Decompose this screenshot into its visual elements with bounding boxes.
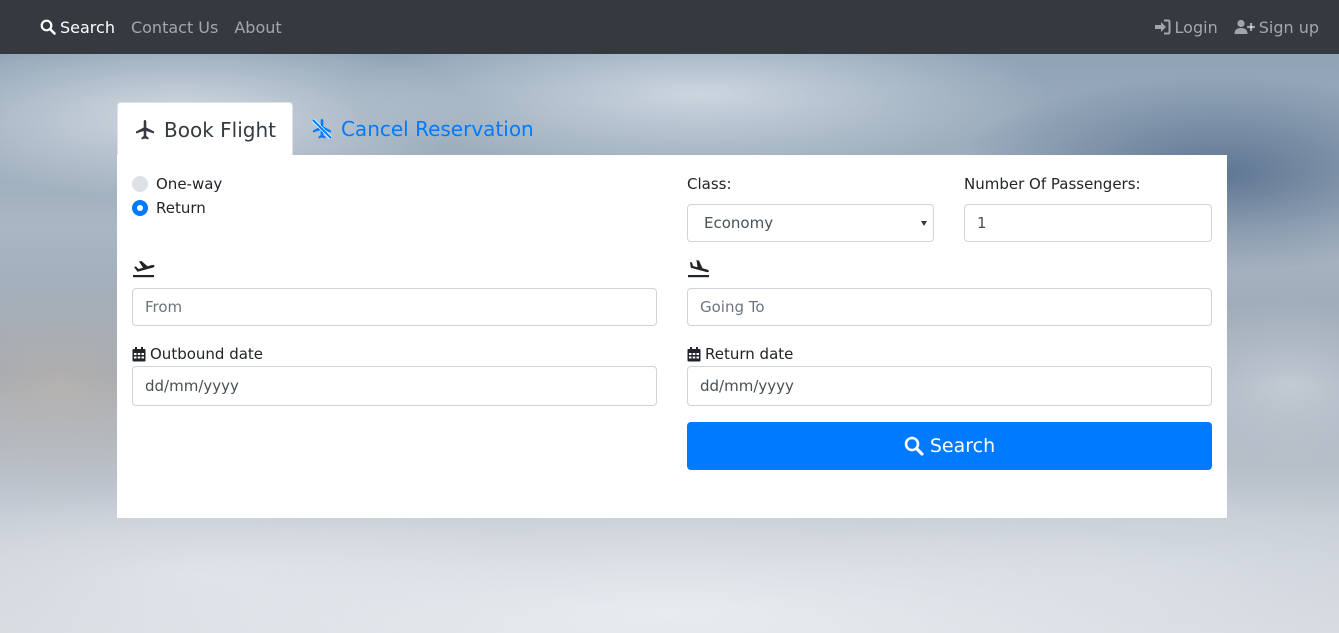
outbound-date-input[interactable]: dd/mm/yyyy [132,366,657,406]
passengers-input[interactable]: 1 [964,204,1212,242]
radio-one-way-circle[interactable] [132,176,148,192]
return-date-placeholder: dd/mm/yyyy [700,377,794,395]
outbound-date-placeholder: dd/mm/yyyy [145,377,239,395]
class-select[interactable]: Economy [687,204,934,242]
going-to-input[interactable]: Going To [687,288,1212,326]
passengers-label: Number Of Passengers: [964,175,1141,193]
nav-about-link[interactable]: About [234,18,281,37]
radio-one-way[interactable]: One-way [132,172,222,196]
chevron-down-icon [921,220,927,226]
tab-cancel-reservation[interactable]: Cancel Reservation [293,102,550,156]
plane-slash-icon [311,118,333,140]
search-button[interactable]: Search [687,422,1212,470]
nav-login-label: Login [1174,17,1218,37]
nav-contact-label: Contact Us [130,17,219,37]
nav-right-group: Login Sign up [1138,18,1319,37]
nav-login-link[interactable]: Login [1154,18,1218,37]
arrival-icon-wrap [687,259,711,283]
passengers-value: 1 [977,214,987,232]
radio-return-circle[interactable] [132,200,148,216]
class-label: Class: [687,175,732,193]
from-input[interactable]: From [132,288,657,326]
from-placeholder: From [145,298,183,316]
nav-signup-label: Sign up [1258,17,1319,37]
tab-book-flight[interactable]: Book Flight [117,102,293,156]
return-date-input[interactable]: dd/mm/yyyy [687,366,1212,406]
outbound-date-label-text: Outbound date [150,345,264,363]
nav-left-group: Search Contact Us About [40,18,298,37]
top-navbar: Search Contact Us About Login Sign up [0,0,1339,54]
tab-cancel-reservation-label: Cancel Reservation [340,117,534,141]
nav-about-label: About [234,17,282,37]
search-icon [40,19,56,35]
search-icon [904,436,924,456]
return-date-label-text: Return date [705,345,794,363]
nav-search-label: Search [60,17,115,37]
radio-return-label: Return [156,199,206,217]
nav-search-link[interactable]: Search [40,18,115,37]
class-select-value: Economy [704,214,774,232]
sign-in-icon [1154,19,1171,35]
radio-one-way-label: One-way [156,175,223,193]
calendar-icon [132,346,146,361]
user-plus-icon [1234,19,1255,34]
booking-tabs: Book Flight Cancel Reservation [117,102,550,156]
calendar-icon [687,346,701,361]
return-date-label: Return date [687,345,793,363]
booking-form-card: One-way Return Class: Economy Number Of … [117,155,1227,518]
plane-arrival-icon [688,260,709,278]
radio-return[interactable]: Return [132,196,222,220]
nav-contact-link[interactable]: Contact Us [131,18,218,37]
plane-icon [136,119,154,139]
trip-type-group: One-way Return [132,172,222,220]
search-button-label: Search [929,435,996,457]
outbound-date-label: Outbound date [132,345,263,363]
nav-signup-link[interactable]: Sign up [1234,18,1319,37]
plane-departure-icon [133,261,155,278]
departure-icon-wrap [132,259,156,283]
tab-book-flight-label: Book Flight [164,117,276,142]
going-to-placeholder: Going To [700,298,765,316]
